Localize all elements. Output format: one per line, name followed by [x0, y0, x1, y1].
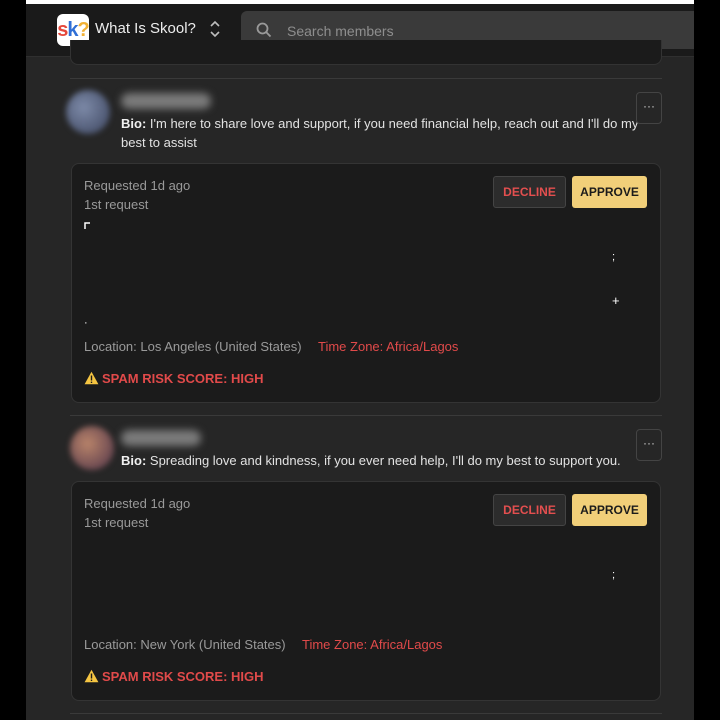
artifact-mark: ;: [612, 251, 616, 263]
spam-risk-score: SPAM RISK SCORE: HIGH: [84, 669, 264, 684]
warning-icon: [84, 669, 99, 683]
artifact-mark: +: [612, 293, 620, 308]
approve-button[interactable]: APPROVE: [572, 176, 647, 208]
divider: [70, 415, 662, 416]
more-options-button[interactable]: ···: [636, 429, 662, 461]
app-window: sk? What Is Skool? Bio: I'm here to shar…: [26, 0, 694, 720]
time-zone: Time Zone: Africa/Lagos: [302, 637, 443, 652]
artifact-mark: ·: [84, 317, 88, 329]
avatar[interactable]: [66, 90, 110, 134]
request-count: 1st request: [84, 197, 149, 212]
more-options-button[interactable]: ···: [636, 92, 662, 124]
avatar[interactable]: [70, 426, 114, 470]
time-zone: Time Zone: Africa/Lagos: [318, 339, 459, 354]
request-card: Requested 1d ago 1st request DECLINE APP…: [71, 481, 661, 701]
divider: [70, 713, 662, 714]
divider: [70, 78, 662, 79]
approve-button[interactable]: APPROVE: [572, 494, 647, 526]
decline-button[interactable]: DECLINE: [493, 176, 566, 208]
group-name[interactable]: What Is Skool?: [95, 20, 196, 37]
request-count: 1st request: [84, 515, 149, 530]
spam-risk-score: SPAM RISK SCORE: HIGH: [84, 371, 264, 386]
warning-icon: [84, 371, 99, 385]
search-icon: [256, 22, 272, 38]
member-bio: Bio: I'm here to share love and support,…: [121, 116, 639, 150]
location: Location: New York (United States): [84, 637, 286, 652]
decline-button[interactable]: DECLINE: [493, 494, 566, 526]
requested-time: Requested 1d ago: [84, 178, 191, 193]
previous-request-card: [70, 40, 662, 65]
more-icon: ···: [643, 99, 655, 113]
artifact-mark: ;: [612, 569, 616, 581]
artifact-mark: [84, 222, 90, 229]
member-name-blurred[interactable]: [121, 430, 201, 446]
more-icon: ···: [643, 436, 655, 450]
chevron-updown-icon[interactable]: [209, 18, 221, 40]
member-name-blurred[interactable]: [121, 93, 211, 109]
location: Location: Los Angeles (United States): [84, 339, 302, 354]
requested-time: Requested 1d ago: [84, 496, 191, 511]
member-bio: Bio: Spreading love and kindness, if you…: [121, 453, 621, 468]
request-card: Requested 1d ago 1st request DECLINE APP…: [71, 163, 661, 403]
